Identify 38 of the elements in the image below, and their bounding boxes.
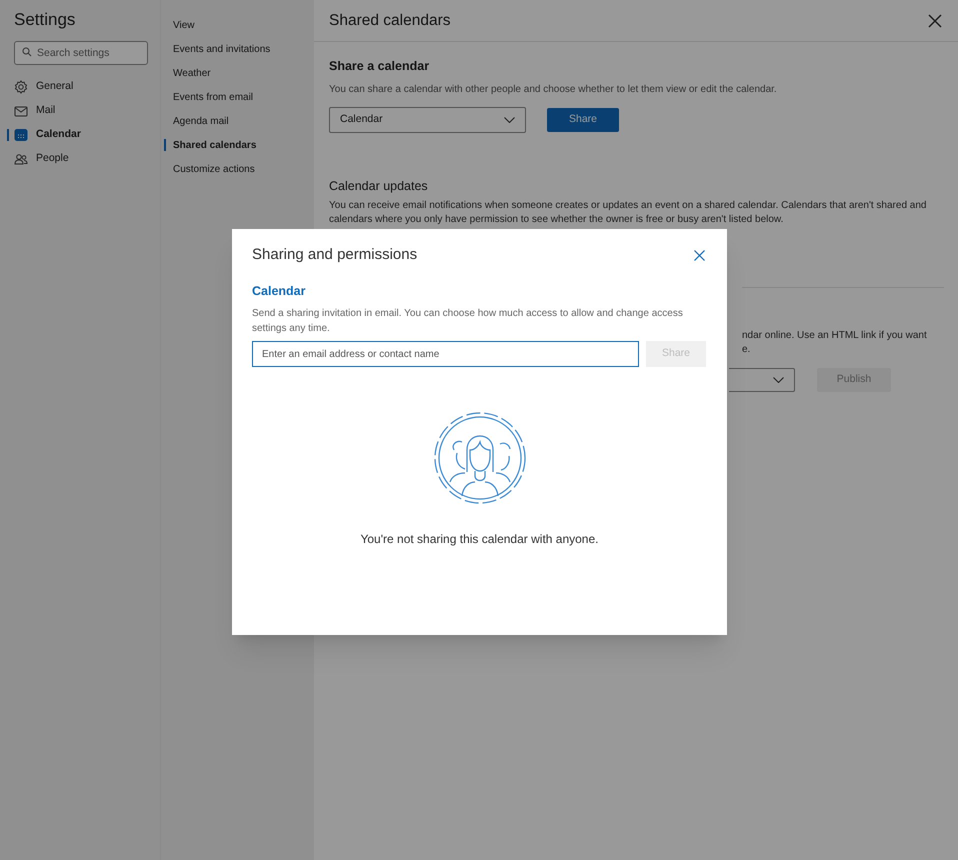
people-icon (434, 412, 526, 504)
search-field[interactable]: Search settings (14, 41, 148, 65)
chevron-down-icon (504, 117, 515, 123)
dialog-description: Send a sharing invitation in email. You can choose how much access to allow and change access settings any time. (252, 307, 684, 336)
close-icon[interactable] (928, 14, 942, 28)
submenu-item[interactable]: Shared calendars (161, 133, 314, 157)
close-icon[interactable] (694, 250, 705, 261)
submenu-item[interactable]: Events from email (161, 85, 314, 109)
people-icon (14, 152, 28, 166)
dialog-title: Sharing and permissions (252, 245, 418, 265)
section-description: You can receive email notifications when someone creates or updates an event on a shared calendar. Calendars that aren't shared and calendars where you only have permission to see whether the owner is free or busy aren't listed below. (329, 199, 928, 227)
nav-item[interactable]: General (0, 75, 146, 99)
calendar-dropdown[interactable]: Calendar (329, 107, 526, 133)
submenu-item[interactable]: Agenda mail (161, 109, 314, 133)
dropdown[interactable] (729, 368, 795, 392)
section-description: e. (742, 343, 752, 357)
submenu-item[interactable]: Customize actions (161, 157, 314, 181)
submenu-item[interactable]: Weather (161, 61, 314, 85)
page-title: Shared calendars (329, 10, 450, 31)
share-button[interactable]: Share (547, 108, 619, 132)
nav-item[interactable]: Mail (0, 99, 146, 123)
email-field[interactable]: Enter an email address or contact name (252, 341, 639, 368)
nav-item[interactable]: Calendar (0, 123, 146, 147)
section-description: You can share a calendar with other people and choose whether to let them view or edit the calendar. (329, 83, 778, 97)
calendar-icon (14, 128, 28, 142)
settings-title: Settings (14, 10, 76, 30)
section-heading: Share a calendar (329, 58, 430, 75)
chevron-down-icon (773, 377, 784, 383)
section-description: ndar online. Use an HTML link if you want (742, 329, 928, 343)
calendar-name: Calendar (252, 282, 306, 300)
mail-icon (14, 104, 28, 118)
gear-icon (14, 80, 28, 94)
submenu-item[interactable]: View (161, 13, 314, 37)
empty-state-message: You're not sharing this calendar with anyone. (360, 531, 598, 548)
search-icon (22, 47, 32, 57)
submenu-item[interactable]: Events and invitations (161, 37, 314, 61)
nav-item[interactable]: People (0, 147, 146, 171)
section-heading: Calendar updates (329, 178, 429, 195)
